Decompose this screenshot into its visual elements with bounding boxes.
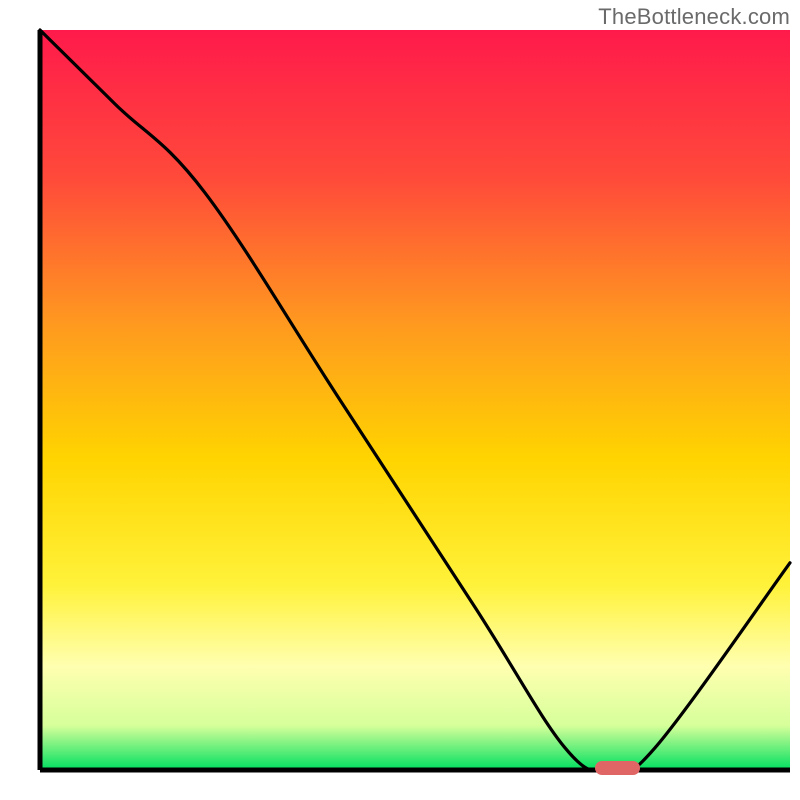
plot-background — [40, 30, 790, 770]
bottleneck-chart — [0, 0, 800, 800]
chart-container: TheBottleneck.com — [0, 0, 800, 800]
optimal-range-marker — [595, 761, 640, 775]
